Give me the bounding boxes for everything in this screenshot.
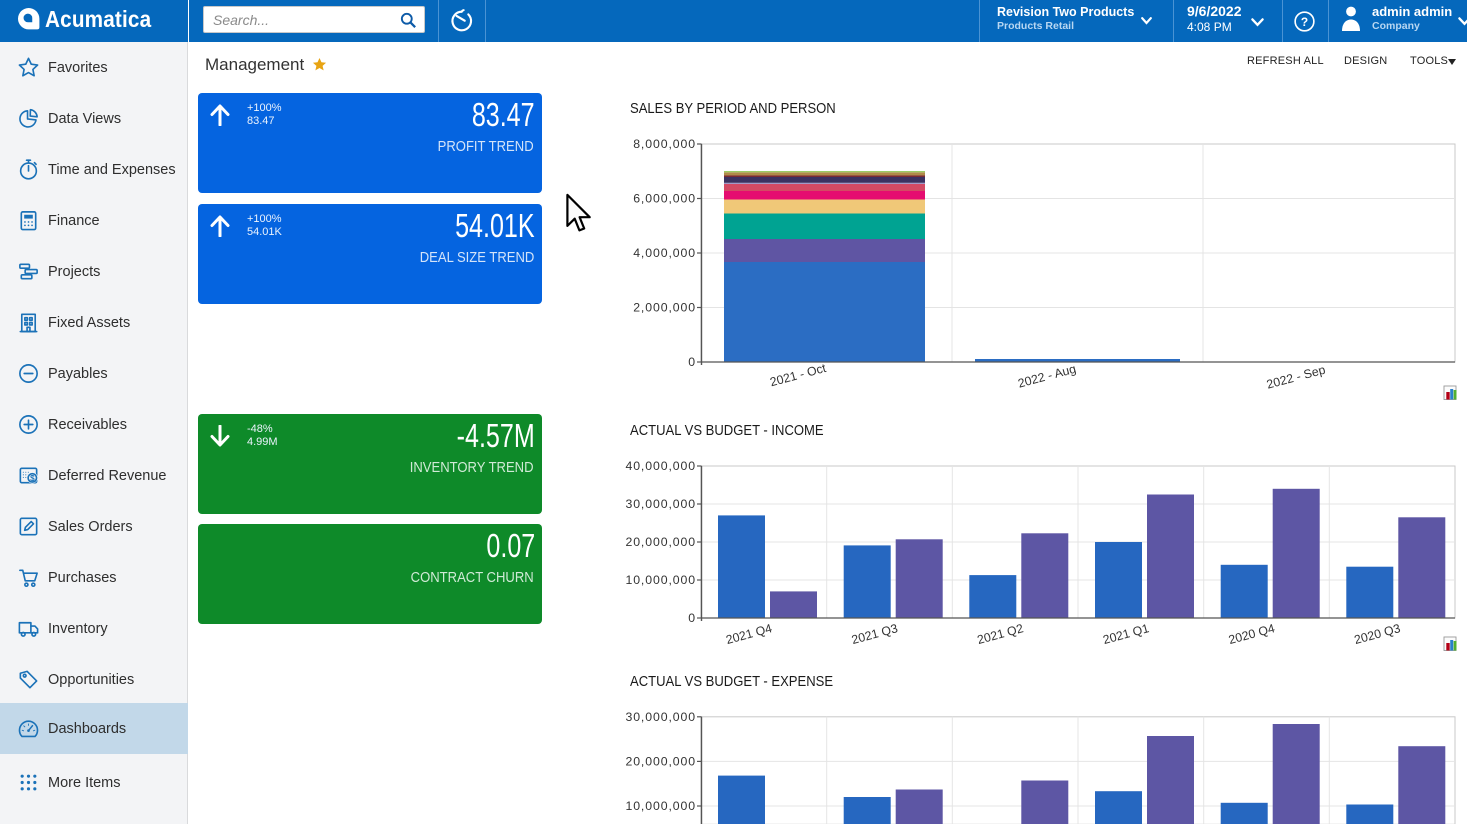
svg-text:0: 0 — [688, 355, 696, 369]
svg-text:0: 0 — [688, 611, 696, 625]
svg-text:2021 Q1: 2021 Q1 — [1101, 621, 1150, 647]
svg-text:?: ? — [1301, 15, 1308, 29]
svg-text:2021 Q4: 2021 Q4 — [724, 621, 773, 647]
svg-text:30,000,000: 30,000,000 — [625, 497, 696, 511]
svg-text:8,000,000: 8,000,000 — [633, 137, 696, 151]
svg-text:2022 - Sep: 2022 - Sep — [1265, 363, 1327, 392]
svg-text:2020 Q3: 2020 Q3 — [1353, 621, 1402, 647]
svg-text:2020 Q4: 2020 Q4 — [1227, 621, 1276, 647]
svg-text:$: $ — [30, 474, 35, 483]
svg-text:4,000,000: 4,000,000 — [633, 246, 696, 260]
svg-text:10,000,000: 10,000,000 — [625, 799, 696, 813]
svg-text:40,000,000: 40,000,000 — [625, 459, 696, 473]
svg-text:2021 Q2: 2021 Q2 — [976, 621, 1025, 647]
svg-text:2021 - Oct: 2021 - Oct — [768, 361, 828, 390]
svg-text:2022 - Aug: 2022 - Aug — [1016, 362, 1077, 391]
svg-text:30,000,000: 30,000,000 — [625, 710, 696, 724]
svg-text:10,000,000: 10,000,000 — [625, 573, 696, 587]
svg-text:2,000,000: 2,000,000 — [633, 301, 696, 315]
svg-text:2021 Q3: 2021 Q3 — [850, 621, 899, 647]
svg-text:20,000,000: 20,000,000 — [625, 535, 696, 549]
svg-text:6,000,000: 6,000,000 — [633, 192, 696, 206]
svg-text:20,000,000: 20,000,000 — [625, 754, 696, 768]
